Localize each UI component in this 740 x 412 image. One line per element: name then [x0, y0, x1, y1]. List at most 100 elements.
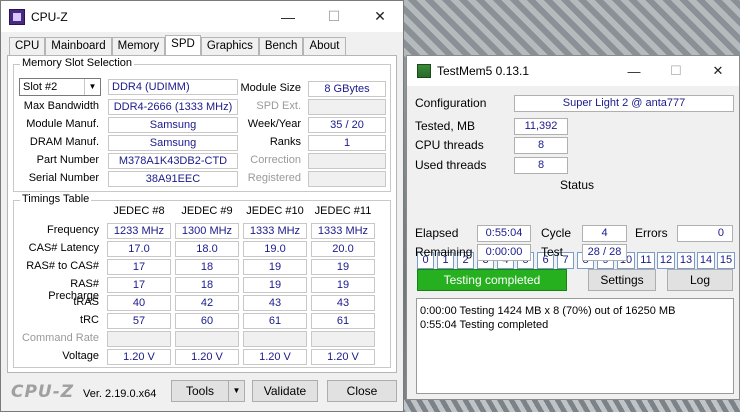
slot-select[interactable]: Slot #2 ▼	[19, 78, 101, 96]
label-dram-manuf: DRAM Manuf.	[29, 136, 99, 148]
timing-cell: 60	[175, 313, 239, 329]
timing-cell: 18.0	[175, 241, 239, 257]
label-cycle: Cycle	[541, 226, 572, 240]
timing-cell: 61	[243, 313, 307, 329]
validate-button[interactable]: Validate	[252, 380, 318, 402]
label-test: Test	[541, 245, 564, 259]
cpuz-tabs: CPU Mainboard Memory SPD Graphics Bench …	[9, 35, 346, 56]
thread-status-box: 15	[717, 252, 735, 269]
thread-status-box: 14	[697, 252, 715, 269]
test-value: 28 / 28	[582, 244, 627, 261]
timing-row-label: tRC	[80, 314, 99, 326]
timing-cell: 1233 MHz	[107, 223, 171, 239]
week-year-value: 35 / 20	[308, 117, 386, 133]
label-configuration: Configuration	[415, 96, 487, 110]
minimize-icon[interactable]: —	[613, 56, 655, 86]
tab-memory[interactable]: Memory	[111, 37, 166, 56]
thread-status-box: 13	[677, 252, 695, 269]
used-threads-value: 8	[514, 157, 568, 174]
tab-mainboard[interactable]: Mainboard	[45, 37, 112, 56]
minimize-icon[interactable]: —	[265, 1, 311, 32]
chevron-down-icon: ▼	[84, 79, 100, 95]
timing-cell: 19	[311, 259, 375, 275]
testmem-window: TestMem5 0.13.1 — ☐ ✕ Configuration Supe…	[406, 55, 740, 400]
log-output[interactable]: 0:00:00 Testing 1424 MB x 8 (70%) out of…	[416, 298, 734, 394]
label-used-threads: Used threads	[415, 158, 487, 172]
timing-cell: 43	[311, 295, 375, 311]
tab-graphics[interactable]: Graphics	[200, 37, 259, 56]
timing-cell: 19	[243, 277, 307, 293]
memory-type: DDR4 (UDIMM)	[108, 79, 238, 95]
tab-cpu[interactable]: CPU	[9, 37, 46, 56]
timing-cell: 61	[311, 313, 375, 329]
max-bandwidth-value: DDR4-2666 (1333 MHz)	[108, 99, 238, 115]
timing-cell: 43	[243, 295, 307, 311]
timing-cell: 17.0	[107, 241, 171, 257]
tools-button[interactable]: Tools	[171, 380, 229, 402]
timing-cell: 1333 MHz	[243, 223, 307, 239]
ranks-value: 1	[308, 135, 386, 151]
label-correction: Correction	[250, 154, 301, 166]
timing-cell: 1333 MHz	[311, 223, 375, 239]
errors-value: 0	[677, 225, 733, 242]
timing-header: JEDEC #8	[113, 205, 165, 217]
log-button[interactable]: Log	[667, 269, 733, 291]
timings-group: Timings Table JEDEC #8 JEDEC #9 JEDEC #1…	[13, 193, 391, 368]
tools-dropdown-icon[interactable]: ▼	[228, 380, 245, 402]
cpuz-title: CPU-Z	[31, 9, 68, 24]
timing-cell: 17	[107, 259, 171, 275]
label-module-manuf: Module Manuf.	[26, 118, 99, 130]
thread-status-box: 11	[637, 252, 655, 269]
timing-cell: 1.20 V	[175, 349, 239, 365]
timing-cell	[243, 331, 307, 347]
timing-cell: 1.20 V	[107, 349, 171, 365]
label-registered: Registered	[247, 172, 301, 184]
registered-value	[308, 171, 386, 187]
timing-cell: 42	[175, 295, 239, 311]
cpuz-titlebar[interactable]: CPU-Z — ☐ ✕	[1, 1, 403, 32]
timing-row-label: Command Rate	[21, 332, 99, 344]
serial-number-value: 38A91EEC	[108, 171, 238, 187]
label-part-number: Part Number	[36, 154, 99, 166]
testmem-app-icon	[417, 64, 431, 78]
timing-row-label: Voltage	[62, 350, 99, 362]
maximize-icon[interactable]: ☐	[655, 56, 697, 86]
part-number-value: M378A1K43DB2-CTD	[108, 153, 238, 169]
label-ranks: Ranks	[269, 136, 301, 148]
timing-cell: 40	[107, 295, 171, 311]
cpu-threads-value: 8	[514, 137, 568, 154]
label-spd-ext: SPD Ext.	[256, 100, 301, 112]
close-button[interactable]: Close	[327, 380, 397, 402]
timing-cell: 1.20 V	[243, 349, 307, 365]
timing-cell	[175, 331, 239, 347]
timing-cell: 57	[107, 313, 171, 329]
close-icon[interactable]: ✕	[697, 56, 739, 86]
timing-cell: 18	[175, 277, 239, 293]
tab-spd[interactable]: SPD	[165, 35, 201, 56]
correction-value	[308, 153, 386, 169]
timing-cell: 18	[175, 259, 239, 275]
testmem-titlebar[interactable]: TestMem5 0.13.1 — ☐ ✕	[407, 56, 739, 86]
cycle-value: 4	[582, 225, 627, 242]
module-size-value: 8 GBytes	[308, 81, 386, 97]
tab-about[interactable]: About	[303, 37, 346, 56]
timing-row-label: tRAS	[73, 296, 99, 308]
close-icon[interactable]: ✕	[357, 1, 403, 32]
dram-manuf-value: Samsung	[108, 135, 238, 151]
label-tested-mb: Tested, MB	[415, 119, 476, 133]
maximize-icon[interactable]: ☐	[311, 1, 357, 32]
label-cpu-threads: CPU threads	[415, 138, 484, 152]
label-week-year: Week/Year	[247, 118, 301, 130]
tab-bench[interactable]: Bench	[258, 37, 304, 56]
status-heading: Status	[560, 178, 595, 192]
timing-row-label: Frequency	[47, 224, 99, 236]
timing-cell	[107, 331, 171, 347]
elapsed-value: 0:55:04	[477, 225, 531, 242]
group-title: Timings Table	[20, 193, 92, 205]
module-manuf-value: Samsung	[108, 117, 238, 133]
timing-cell: 17	[107, 277, 171, 293]
label-errors: Errors	[635, 226, 668, 240]
log-line: 0:55:04 Testing completed	[420, 319, 549, 331]
settings-button[interactable]: Settings	[588, 269, 656, 291]
timing-header: JEDEC #10	[246, 205, 304, 217]
